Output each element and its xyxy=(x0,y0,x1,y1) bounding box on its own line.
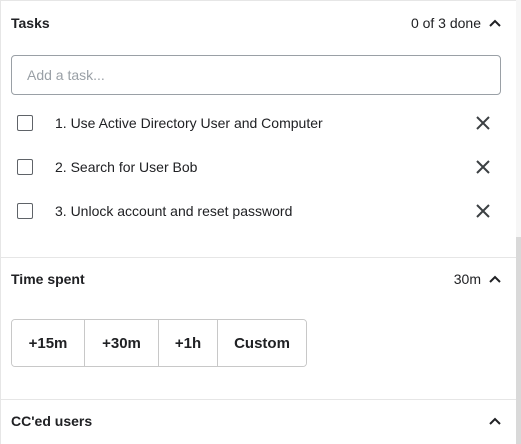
sidebar-panel: Tasks 0 of 3 done 1. Use Active Director… xyxy=(0,0,521,444)
scrollbar-thumb[interactable] xyxy=(516,237,521,444)
add-1h-button[interactable]: +1h xyxy=(159,320,218,366)
cc-meta-group xyxy=(481,409,507,433)
chevron-up-icon[interactable] xyxy=(483,267,507,291)
tasks-progress: 0 of 3 done xyxy=(410,15,481,31)
time-value-group: 30m xyxy=(454,267,507,291)
cc-title: CC'ed users xyxy=(11,413,93,429)
close-icon[interactable] xyxy=(471,199,495,223)
custom-time-button[interactable]: Custom xyxy=(218,320,306,366)
task-label: 2. Search for User Bob xyxy=(55,159,198,175)
task-item: 3. Unlock account and reset password xyxy=(1,189,517,233)
task-checkbox[interactable] xyxy=(17,115,33,131)
close-icon[interactable] xyxy=(471,155,495,179)
task-item: 1. Use Active Directory User and Compute… xyxy=(1,101,517,145)
tasks-section-header[interactable]: Tasks 0 of 3 done xyxy=(1,1,517,45)
time-increment-group: +15m +30m +1h Custom xyxy=(11,319,307,367)
chevron-up-icon[interactable] xyxy=(483,409,507,433)
close-icon[interactable] xyxy=(471,111,495,135)
tasks-progress-group: 0 of 3 done xyxy=(411,11,507,35)
task-checkbox[interactable] xyxy=(17,159,33,175)
task-item: 2. Search for User Bob xyxy=(1,145,517,189)
add-15m-button[interactable]: +15m xyxy=(12,320,85,366)
task-label: 1. Use Active Directory User and Compute… xyxy=(55,115,323,131)
add-30m-button[interactable]: +30m xyxy=(85,320,159,366)
time-title: Time spent xyxy=(11,271,85,287)
tasks-title: Tasks xyxy=(11,15,50,31)
add-task-input[interactable] xyxy=(11,55,501,95)
task-checkbox[interactable] xyxy=(17,203,33,219)
chevron-up-icon[interactable] xyxy=(483,11,507,35)
time-section-header[interactable]: Time spent 30m xyxy=(1,257,517,301)
task-label: 3. Unlock account and reset password xyxy=(55,203,293,219)
time-spent-value: 30m xyxy=(453,271,481,287)
cc-section-header[interactable]: CC'ed users xyxy=(1,399,517,443)
